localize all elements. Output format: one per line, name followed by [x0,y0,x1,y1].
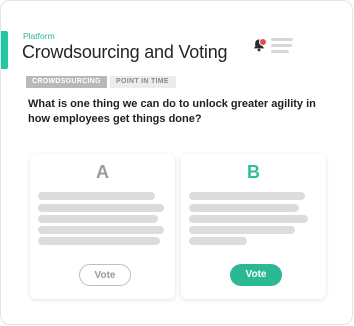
text-placeholder-line [189,237,247,245]
vote-button-a[interactable]: Vote [79,264,131,286]
text-placeholder-line [189,215,308,223]
text-placeholder-line [38,204,164,212]
app-frame: Platform Crowdsourcing and Voting CROWDS… [0,0,353,325]
tag-crowdsourcing: CROWDSOURCING [26,76,107,88]
text-placeholder-line [189,204,299,212]
tag-point-in-time: POINT IN TIME [110,76,176,88]
notification-badge [259,38,267,46]
option-card-a: A Vote [30,154,175,299]
text-placeholder-line [189,226,295,234]
accent-bar [1,31,8,69]
option-card-b: B Vote [181,154,326,299]
question-text: What is one thing we can do to unlock gr… [28,98,316,125]
option-letter: B [247,162,260,182]
text-placeholder-line [38,215,158,223]
header-placeholder-line [271,38,293,41]
header-placeholder-line [271,44,292,47]
text-placeholder-line [38,192,155,200]
option-letter: A [96,162,109,182]
text-placeholder-line [189,192,305,200]
vote-button-b[interactable]: Vote [230,264,282,286]
text-placeholder-line [38,237,160,245]
text-placeholder-line [38,226,164,234]
platform-label: Platform [23,31,55,41]
header-placeholder-line [271,50,289,53]
page-title: Crowdsourcing and Voting [22,42,228,62]
